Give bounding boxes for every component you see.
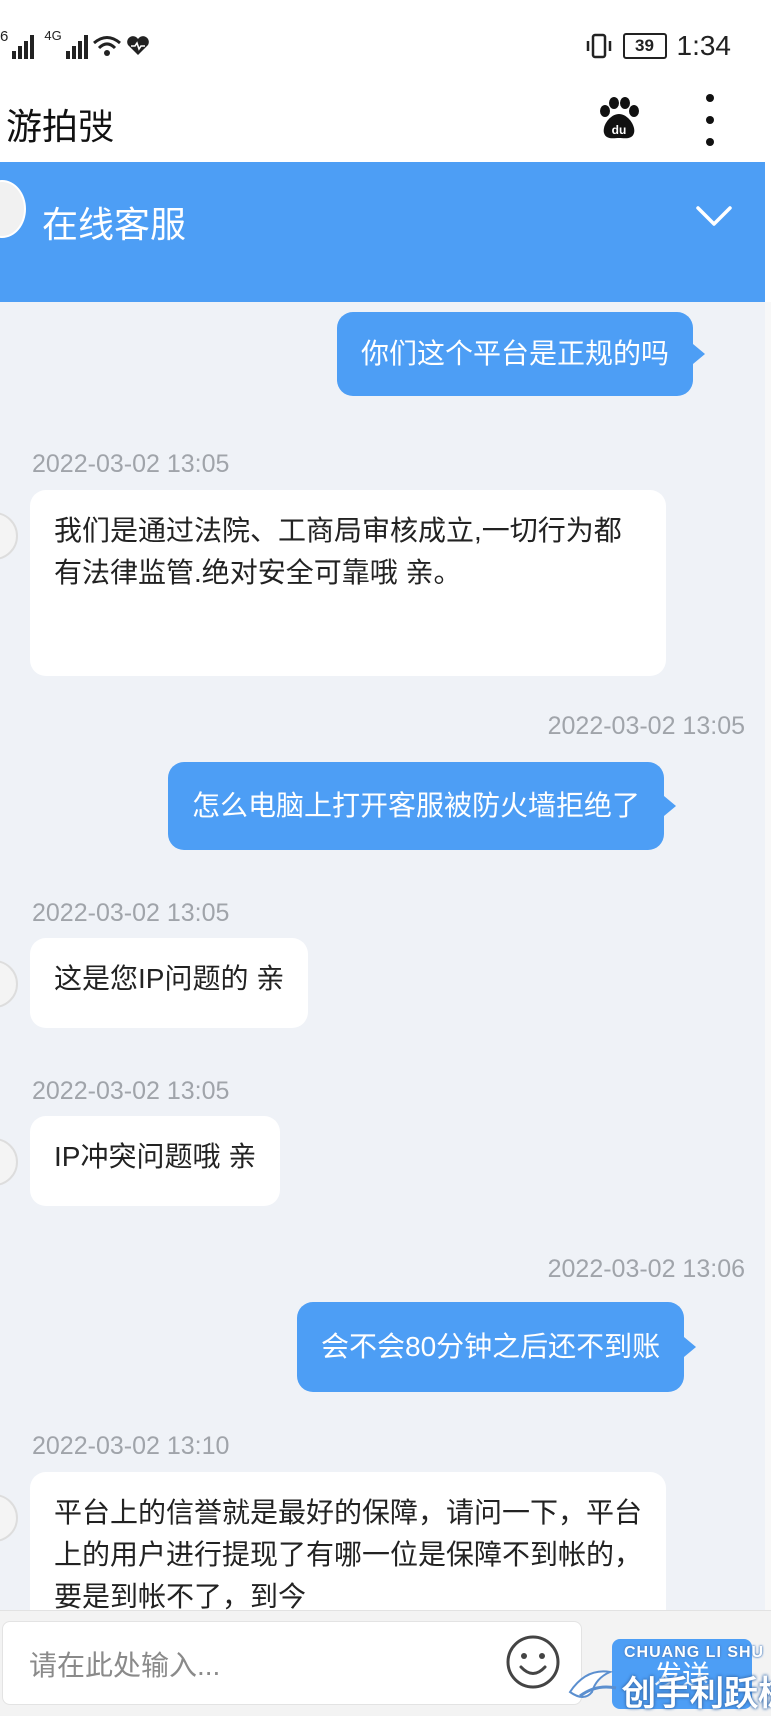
edge-divider [765,302,771,1610]
vibrate-icon [586,33,611,59]
chat-header: 在线客服 [0,162,771,302]
battery-icon: 39 [622,33,667,59]
message-timestamp: 2022-03-02 13:05 [547,712,745,740]
network-type-2: 4G [44,28,62,43]
app-bar: 游拍弢 du [0,90,771,162]
heart-health-icon [126,36,149,55]
clock: 1:34 [676,30,732,61]
message-text: 平台上的信誉就是最好的保障，请问一下，平台上的用户进行提现了有哪一位是保障不到帐… [54,1497,643,1610]
watermark-chinese: 创手利跃械 [622,1675,771,1713]
svg-text:du: du [612,123,627,137]
message-text: 怎么电脑上打开客服被防火墙拒绝了 [192,790,641,821]
message-text: 会不会80分钟之后还不到账 [321,1331,661,1362]
message-timestamp: 2022-03-02 13:05 [32,899,230,927]
message-bubble-in[interactable]: 平台上的信誉就是最好的保障，请问一下，平台上的用户进行提现了有哪一位是保障不到帐… [30,1472,666,1610]
signal-icon-2 [65,33,88,59]
message-bubble-in[interactable]: 这是您IP问题的 亲 [30,938,309,1028]
message-text: 这是您IP问题的 亲 [54,963,285,994]
network-type-1: 6 [0,28,9,45]
baidu-paw-icon[interactable]: du [596,96,642,142]
watermark-english: CHUANG LI SHU [624,1644,765,1661]
agent-avatar [0,1138,18,1186]
message-timestamp: 2022-03-02 13:05 [32,1077,230,1105]
agent-avatar [0,1494,18,1542]
message-timestamp: 2022-03-02 13:05 [32,450,230,478]
smiley-icon[interactable] [505,1634,561,1690]
message-timestamp: 2022-03-02 13:10 [32,1432,230,1460]
status-right: 39 1:34 [585,28,732,64]
watermark: CHUANG LI SHU 创手利跃械 [566,1644,771,1715]
message-timestamp: 2022-03-02 13:06 [547,1255,745,1283]
input-placeholder: 请在此处输入... [29,1650,221,1681]
chevron-down-icon[interactable] [694,200,734,230]
more-vertical-icon[interactable] [700,94,720,146]
message-text: 你们这个平台是正规的吗 [361,338,670,369]
message-bubble-in[interactable]: 我们是通过法院、工商局审核成立,一切行为都有法律监管.绝对安全可靠哦 亲。 [30,490,666,676]
wifi-icon [92,36,121,56]
message-text: 我们是通过法院、工商局审核成立,一切行为都有法律监管.绝对安全可靠哦 亲。 [54,515,622,588]
agent-avatar [0,960,18,1008]
message-list[interactable]: 你们这个平台是正规的吗 2022-03-02 13:05 我们是通过法院、工商局… [0,302,771,1610]
message-bubble-in[interactable]: IP冲突问题哦 亲 [30,1116,281,1206]
chat-title: 在线客服 [42,204,187,245]
status-bar: 6 4G 39 1:34 [0,0,771,90]
message-text: IP冲突问题哦 亲 [54,1141,257,1172]
agent-avatar [0,512,18,560]
message-bubble-out[interactable]: 怎么电脑上打开客服被防火墙拒绝了 [168,762,677,850]
status-left: 6 4G [0,28,150,64]
message-bubble-out[interactable]: 会不会80分钟之后还不到账 [297,1302,697,1392]
watermark-logo-icon [568,1670,617,1698]
message-bubble-out[interactable]: 你们这个平台是正规的吗 [337,312,706,396]
message-input[interactable]: 请在此处输入... [2,1621,582,1705]
app-title: 游拍弢 [6,106,115,147]
signal-icon [12,33,35,59]
